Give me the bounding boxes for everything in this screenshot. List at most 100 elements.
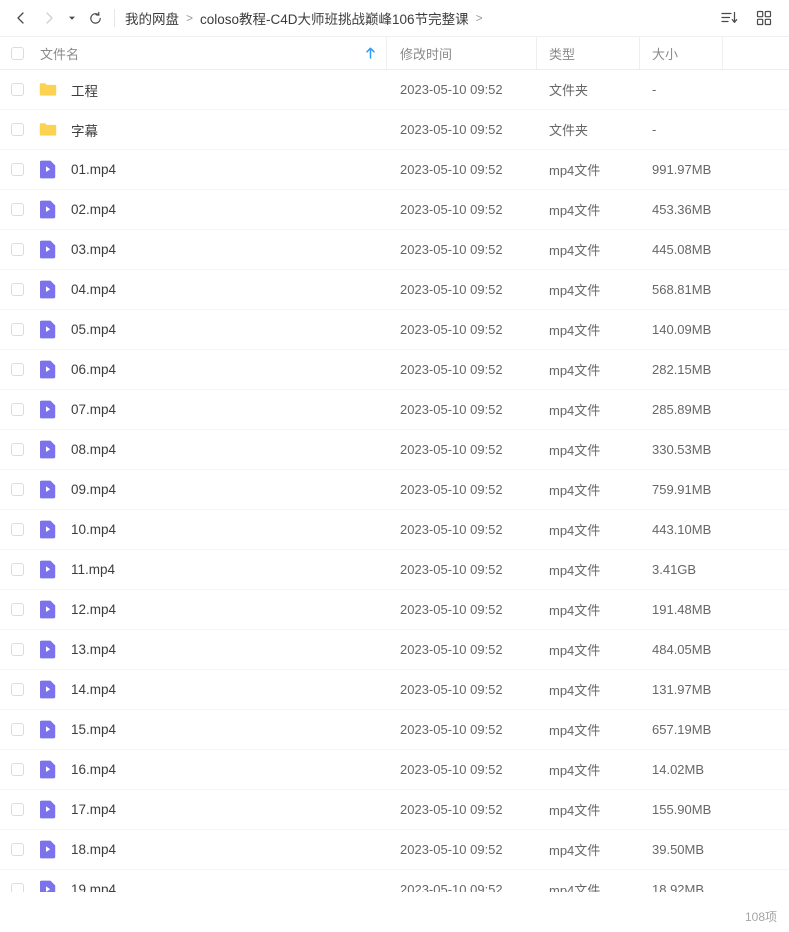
file-name-cell[interactable]: 12.mp4 (30, 600, 387, 619)
file-name-label: 15.mp4 (71, 722, 117, 737)
table-row[interactable]: 字幕 2023-05-10 09:52 文件夹 - (0, 110, 789, 150)
file-name-cell[interactable]: 13.mp4 (30, 640, 387, 659)
file-list[interactable]: 工程 2023-05-10 09:52 文件夹 - 字幕 2023-05-10 09:52… (0, 70, 789, 892)
video-file-icon (35, 560, 61, 579)
table-row[interactable]: 12.mp4 2023-05-10 09:52 mp4文件 191.48MB (0, 590, 789, 630)
row-checkbox[interactable] (10, 683, 24, 696)
file-type-cell: mp4文件 (549, 843, 601, 858)
breadcrumb-item-current[interactable]: coloso教程-C4D大师班挑战巅峰106节完整课 (200, 8, 469, 28)
row-checkbox[interactable] (10, 283, 24, 296)
table-row[interactable]: 17.mp4 2023-05-10 09:52 mp4文件 155.90MB (0, 790, 789, 830)
file-type-cell: mp4文件 (549, 403, 601, 418)
file-size-cell: - (652, 122, 657, 137)
history-dropdown-button[interactable] (64, 5, 80, 31)
table-row[interactable]: 15.mp4 2023-05-10 09:52 mp4文件 657.19MB (0, 710, 789, 750)
row-checkbox[interactable] (10, 883, 24, 892)
video-file-icon (40, 440, 56, 459)
file-name-cell[interactable]: 11.mp4 (30, 560, 387, 579)
file-name-cell[interactable]: 05.mp4 (30, 320, 387, 339)
video-file-icon (40, 200, 56, 219)
file-name-cell[interactable]: 工程 (30, 80, 387, 100)
file-name-label: 09.mp4 (71, 482, 117, 497)
file-type-cell: mp4文件 (549, 723, 601, 738)
table-row[interactable]: 13.mp4 2023-05-10 09:52 mp4文件 484.05MB (0, 630, 789, 670)
table-row[interactable]: 07.mp4 2023-05-10 09:52 mp4文件 285.89MB (0, 390, 789, 430)
column-header-name[interactable]: 文件名 (30, 44, 386, 63)
file-name-cell[interactable]: 14.mp4 (30, 680, 387, 699)
column-header-type[interactable]: 类型 (536, 37, 639, 69)
file-name-cell[interactable]: 18.mp4 (30, 840, 387, 859)
row-checkbox[interactable] (10, 563, 24, 576)
breadcrumb-item-root[interactable]: 我的网盘 (125, 8, 179, 28)
column-header-type-label: 类型 (549, 46, 576, 62)
file-name-cell[interactable]: 04.mp4 (30, 280, 387, 299)
video-file-icon (35, 200, 61, 219)
row-checkbox[interactable] (10, 483, 24, 496)
table-row[interactable]: 18.mp4 2023-05-10 09:52 mp4文件 39.50MB (0, 830, 789, 870)
row-checkbox[interactable] (10, 723, 24, 736)
file-type-cell: mp4文件 (549, 283, 601, 298)
row-checkbox[interactable] (10, 163, 24, 176)
back-button[interactable] (8, 5, 34, 31)
file-size-cell: 14.02MB (652, 762, 705, 777)
row-checkbox[interactable] (10, 843, 24, 856)
row-checkbox[interactable] (10, 363, 24, 376)
row-checkbox[interactable] (10, 83, 24, 96)
file-name-cell[interactable]: 19.mp4 (30, 880, 387, 892)
file-name-cell[interactable]: 02.mp4 (30, 200, 387, 219)
file-time-cell: 2023-05-10 09:52 (400, 82, 503, 97)
file-name-cell[interactable]: 07.mp4 (30, 400, 387, 419)
table-row[interactable]: 01.mp4 2023-05-10 09:52 mp4文件 991.97MB (0, 150, 789, 190)
file-name-cell[interactable]: 16.mp4 (30, 760, 387, 779)
file-time-cell: 2023-05-10 09:52 (400, 122, 503, 137)
file-name-cell[interactable]: 10.mp4 (30, 520, 387, 539)
row-checkbox[interactable] (10, 763, 24, 776)
file-name-cell[interactable]: 08.mp4 (30, 440, 387, 459)
refresh-icon (89, 11, 101, 24)
file-time-cell: 2023-05-10 09:52 (400, 562, 503, 577)
sort-button[interactable] (719, 7, 741, 29)
row-checkbox[interactable] (10, 443, 24, 456)
table-row[interactable]: 03.mp4 2023-05-10 09:52 mp4文件 445.08MB (0, 230, 789, 270)
file-name-cell[interactable]: 字幕 (30, 120, 387, 140)
row-checkbox[interactable] (10, 523, 24, 536)
file-time-cell: 2023-05-10 09:52 (400, 602, 503, 617)
table-row[interactable]: 16.mp4 2023-05-10 09:52 mp4文件 14.02MB (0, 750, 789, 790)
file-name-cell[interactable]: 03.mp4 (30, 240, 387, 259)
table-row[interactable]: 19.mp4 2023-05-10 09:52 mp4文件 18.92MB (0, 870, 789, 892)
table-row[interactable]: 05.mp4 2023-05-10 09:52 mp4文件 140.09MB (0, 310, 789, 350)
file-name-cell[interactable]: 17.mp4 (30, 800, 387, 819)
select-all-checkbox[interactable] (10, 46, 24, 60)
file-name-label: 16.mp4 (71, 762, 117, 777)
row-checkbox[interactable] (10, 403, 24, 416)
video-file-icon (35, 320, 61, 339)
table-row[interactable]: 09.mp4 2023-05-10 09:52 mp4文件 759.91MB (0, 470, 789, 510)
sort-indicator[interactable] (365, 47, 376, 60)
forward-button[interactable] (36, 5, 62, 31)
table-row[interactable]: 工程 2023-05-10 09:52 文件夹 - (0, 70, 789, 110)
table-row[interactable]: 08.mp4 2023-05-10 09:52 mp4文件 330.53MB (0, 430, 789, 470)
table-row[interactable]: 14.mp4 2023-05-10 09:52 mp4文件 131.97MB (0, 670, 789, 710)
row-checkbox[interactable] (10, 123, 24, 136)
row-checkbox[interactable] (10, 603, 24, 616)
file-name-cell[interactable]: 06.mp4 (30, 360, 387, 379)
row-checkbox[interactable] (10, 643, 24, 656)
column-header-size[interactable]: 大小 (639, 37, 722, 69)
table-row[interactable]: 04.mp4 2023-05-10 09:52 mp4文件 568.81MB (0, 270, 789, 310)
row-checkbox[interactable] (10, 323, 24, 336)
table-row[interactable]: 02.mp4 2023-05-10 09:52 mp4文件 453.36MB (0, 190, 789, 230)
table-row[interactable]: 06.mp4 2023-05-10 09:52 mp4文件 282.15MB (0, 350, 789, 390)
file-name-cell[interactable]: 15.mp4 (30, 720, 387, 739)
grid-view-button[interactable] (753, 7, 775, 29)
column-header-size-label: 大小 (652, 46, 679, 62)
table-row[interactable]: 11.mp4 2023-05-10 09:52 mp4文件 3.41GB (0, 550, 789, 590)
file-name-cell[interactable]: 01.mp4 (30, 160, 387, 179)
file-size-cell: 140.09MB (652, 322, 712, 337)
file-name-cell[interactable]: 09.mp4 (30, 480, 387, 499)
column-header-time[interactable]: 修改时间 (386, 37, 536, 69)
table-row[interactable]: 10.mp4 2023-05-10 09:52 mp4文件 443.10MB (0, 510, 789, 550)
row-checkbox[interactable] (10, 803, 24, 816)
row-checkbox[interactable] (10, 243, 24, 256)
refresh-button[interactable] (82, 5, 108, 31)
row-checkbox[interactable] (10, 203, 24, 216)
